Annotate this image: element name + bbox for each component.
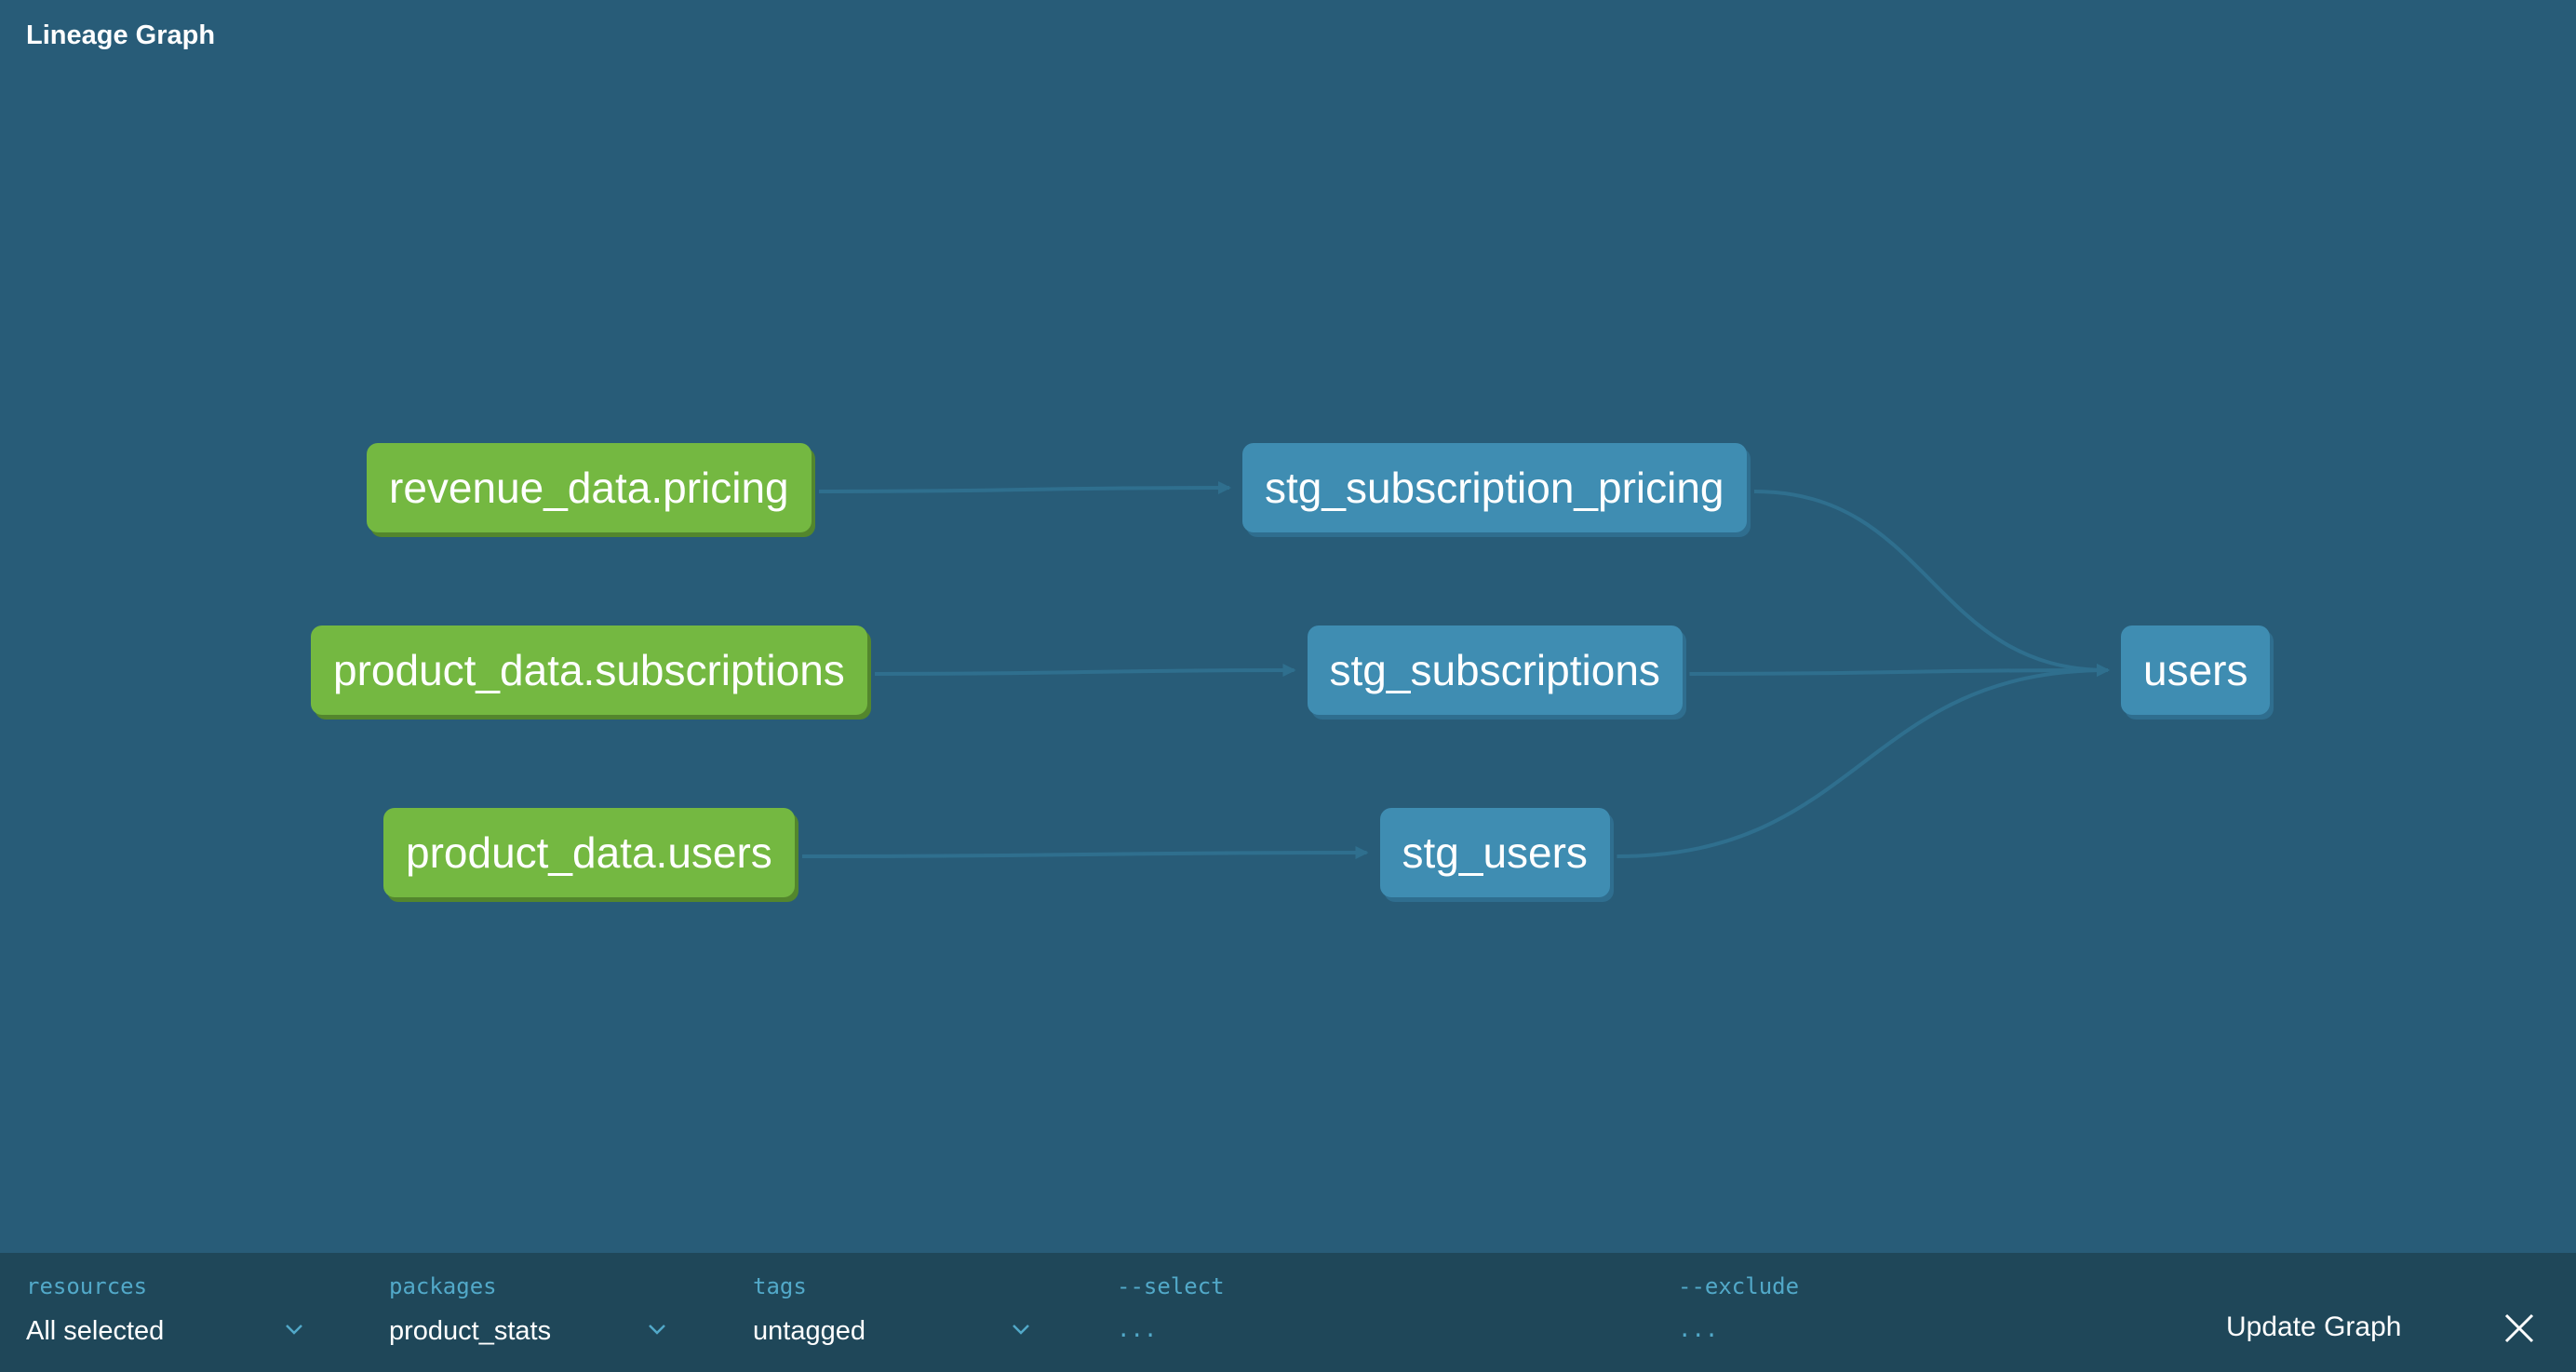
packages-filter[interactable]: packages product_stats: [389, 1273, 551, 1347]
graph-node-product-data-subscriptions[interactable]: product_data.subscriptions: [311, 625, 867, 715]
tags-filter[interactable]: tags untagged: [753, 1273, 865, 1347]
graph-node-stg-users[interactable]: stg_users: [1379, 808, 1610, 897]
filter-bar: resources All selected packages product_…: [0, 1253, 2576, 1372]
chevron-down-icon[interactable]: [285, 1324, 303, 1335]
resources-filter[interactable]: resources All selected: [26, 1273, 164, 1347]
exclude-label: --exclude: [1678, 1273, 1800, 1299]
select-filter[interactable]: --select ...: [1117, 1273, 1225, 1342]
close-icon[interactable]: [2503, 1312, 2535, 1344]
graph-node-stg-subscriptions[interactable]: stg_subscriptions: [1307, 625, 1683, 715]
tags-value[interactable]: untagged: [753, 1316, 865, 1347]
resources-label: resources: [26, 1273, 148, 1299]
chevron-down-icon[interactable]: [1012, 1324, 1030, 1335]
tags-label: tags: [753, 1273, 807, 1299]
exclude-input[interactable]: ...: [1678, 1316, 1799, 1342]
packages-value[interactable]: product_stats: [389, 1316, 551, 1347]
edge-product-data-users-to-stg-users: [801, 846, 1369, 860]
select-input[interactable]: ...: [1117, 1316, 1225, 1342]
chevron-down-icon[interactable]: [648, 1324, 666, 1335]
graph-node-revenue-data-pricing[interactable]: revenue_data.pricing: [367, 443, 812, 532]
graph-node-users[interactable]: users: [2121, 625, 2271, 715]
update-graph-button[interactable]: Update Graph: [2215, 1301, 2412, 1353]
select-label: --select: [1117, 1273, 1225, 1299]
resources-value[interactable]: All selected: [26, 1316, 164, 1347]
graph-node-product-data-users[interactable]: product_data.users: [383, 808, 795, 897]
packages-label: packages: [389, 1273, 497, 1299]
edge-stg-subscription-pricing-to-users: [1753, 490, 2110, 677]
exclude-filter[interactable]: --exclude ...: [1678, 1273, 1799, 1342]
edge-product-data-subscriptions-to-stg-subscriptions: [874, 664, 1296, 678]
edge-revenue-data-pricing-to-stg-subscription-pricing: [818, 481, 1231, 495]
graph-node-stg-subscription-pricing[interactable]: stg_subscription_pricing: [1242, 443, 1747, 532]
edge-stg-users-to-users: [1617, 664, 2110, 858]
